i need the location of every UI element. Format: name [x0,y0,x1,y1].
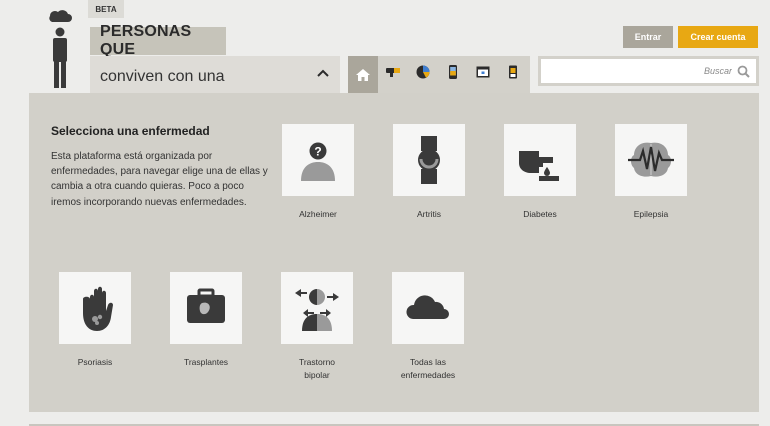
intro-title: Selecciona una enfermedad [51,124,210,138]
disease-label: Diabetes [523,209,557,219]
head-question-icon: ? [301,142,335,181]
disease-label: Trastorno bipolar [298,357,336,380]
battery-icon [509,65,517,79]
nav-stats[interactable] [408,57,438,87]
disease-tile-box [392,272,464,344]
disease-tile-todas[interactable]: Todas las enfermedades [392,272,464,382]
search-bar [538,56,759,86]
disease-tile-epilepsia[interactable]: Epilepsia [615,124,687,221]
organ-case-icon [187,288,225,323]
disease-tile-artritis[interactable]: Artritis [393,124,465,221]
nav-calendar[interactable] [468,57,498,87]
mobile-icon [449,65,457,79]
disease-tile-box [281,272,353,344]
signup-button[interactable]: Crear cuenta [678,26,758,48]
section-nav [348,56,530,93]
disease-label: Epilepsia [633,209,669,219]
disease-tile-box: ? [282,124,354,196]
home-icon [356,68,370,81]
disease-label: Trasplantes [183,357,229,367]
disease-tile-box [504,124,576,196]
nav-apps[interactable] [438,57,468,87]
disease-label: Artritis [416,209,442,219]
chevron-up-icon[interactable] [316,66,330,80]
pie-chart-icon [416,65,430,79]
login-button[interactable]: Entrar [623,26,673,48]
site-title-text: PERSONAS QUE [100,23,192,58]
disease-tile-trasplantes[interactable]: Trasplantes [170,272,242,369]
svg-text:?: ? [314,145,321,159]
disease-tile-box [170,272,242,344]
calendar-icon [476,66,490,78]
search-input[interactable] [582,66,732,76]
beta-badge: BETA [88,0,124,18]
search-box [541,59,756,83]
hand-icon [83,286,113,331]
site-title[interactable]: PERSONAS QUE [90,23,226,58]
joint-icon [418,136,440,184]
disease-tile-box [393,124,465,196]
disease-tile-box [615,124,687,196]
disease-label: Todas las enfermedades [400,357,456,380]
disease-tile-diabetes[interactable]: Diabetes [504,124,576,221]
brain-wave-icon [628,142,674,177]
disease-label: Psoriasis [77,357,113,367]
pill-icon [386,68,400,77]
nav-reminders[interactable] [498,57,528,87]
disease-tile-alzheimer[interactable]: ? Alzheimer [282,124,354,221]
nav-home[interactable] [348,56,378,93]
disease-tile-psoriasis[interactable]: Psoriasis [59,272,131,369]
bipolar-person-icon [295,289,339,331]
search-icon[interactable] [737,65,750,78]
person-logo-icon [49,10,72,88]
disease-label: Alzheimer [299,209,337,219]
disease-tile-trastorno-bipolar[interactable]: Trastorno bipolar [281,272,353,382]
disease-tile-box [59,272,131,344]
finger-drop-icon [519,151,559,181]
intro-text: Esta plataforma está organizada por enfe… [51,151,268,208]
nav-medication[interactable] [378,57,408,87]
cloud-icon [406,295,449,319]
